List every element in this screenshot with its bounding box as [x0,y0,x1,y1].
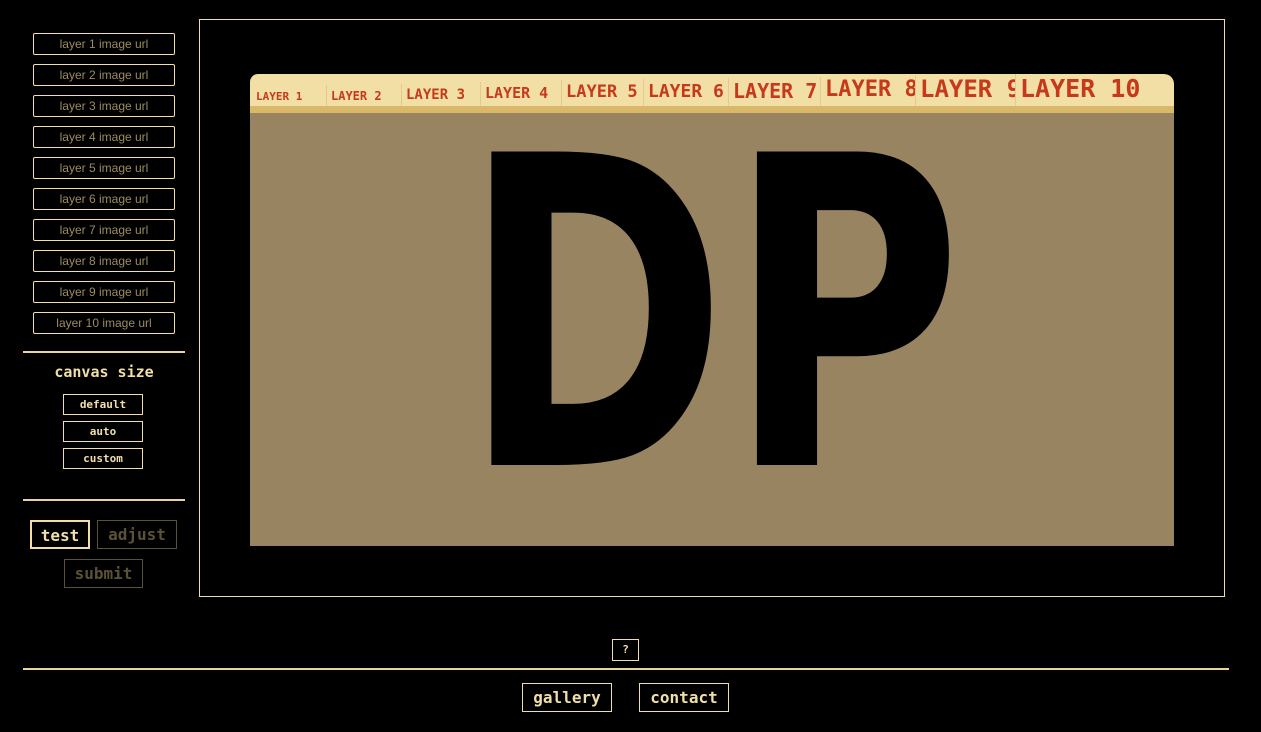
layer-1-url-input[interactable]: layer 1 image url [33,33,175,55]
sidebar-divider-2 [23,499,185,501]
canvas-size-custom-button[interactable]: custom [63,448,143,469]
gallery-button[interactable]: gallery [522,683,612,712]
footer-divider [23,668,1229,670]
tab-underline [250,106,1174,113]
layer-7-url-input[interactable]: layer 7 image url [33,219,175,241]
layer-4-url-input[interactable]: layer 4 image url [33,126,175,148]
tab-layer-5[interactable]: LAYER 5 [561,80,643,106]
layer-canvas: DP [250,67,1174,567]
layer-2-url-input[interactable]: layer 2 image url [33,64,175,86]
layer-10-url-input[interactable]: layer 10 image url [33,312,175,334]
tab-layer-1[interactable]: LAYER 1 [252,86,326,106]
tab-layer-6[interactable]: LAYER 6 [643,79,728,106]
layer-tab-strip: LAYER 1 LAYER 2 LAYER 3 LAYER 4 LAYER 5 … [250,74,1174,106]
help-button[interactable]: ? [612,639,639,661]
layer-6-url-input[interactable]: layer 6 image url [33,188,175,210]
tab-layer-4[interactable]: LAYER 4 [480,82,561,106]
submit-button[interactable]: submit [64,559,143,588]
layer-8-url-input[interactable]: layer 8 image url [33,250,175,272]
layer-9-url-input[interactable]: layer 9 image url [33,281,175,303]
tab-layer-3[interactable]: LAYER 3 [401,84,480,106]
tab-layer-8[interactable]: LAYER 8 [820,77,915,106]
canvas-size-default-button[interactable]: default [63,394,143,415]
tab-layer-7[interactable]: LAYER 7 [728,78,820,106]
canvas-size-auto-button[interactable]: auto [63,421,143,442]
adjust-button[interactable]: adjust [97,520,177,549]
canvas-text: DP [462,113,962,546]
canvas-text-graphic: DP [462,67,962,567]
page-root: layer 1 image url layer 2 image url laye… [0,0,1261,732]
layer-3-url-input[interactable]: layer 3 image url [33,95,175,117]
tab-layer-10[interactable]: LAYER 10 [1015,74,1174,106]
canvas-size-heading: canvas size [54,363,154,381]
layer-5-url-input[interactable]: layer 5 image url [33,157,175,179]
tab-layer-9[interactable]: LAYER 9 [915,75,1015,106]
contact-button[interactable]: contact [639,683,729,712]
tab-layer-2[interactable]: LAYER 2 [326,85,401,106]
test-button[interactable]: test [30,520,90,549]
sidebar-divider [23,351,185,353]
